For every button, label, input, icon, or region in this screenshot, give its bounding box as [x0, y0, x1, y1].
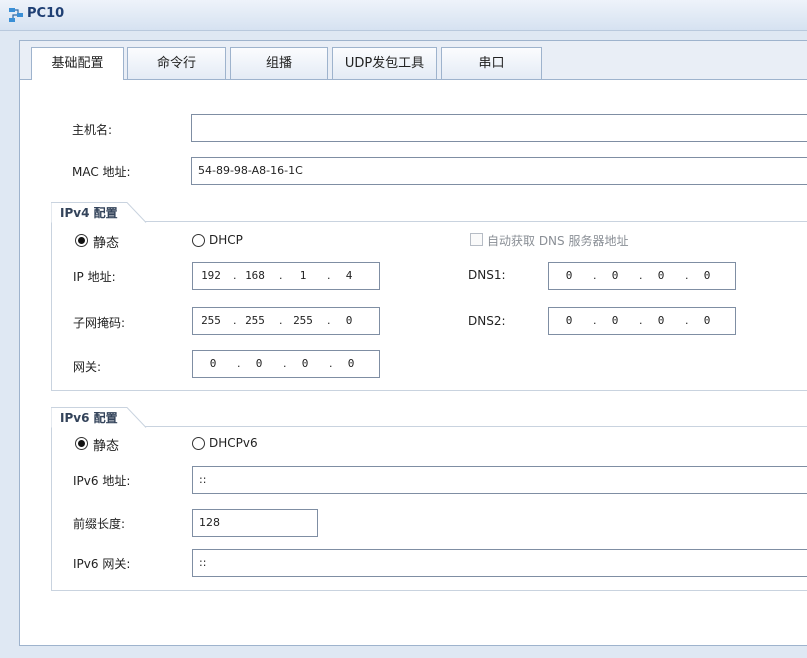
dns2-octet-2: 0	[611, 314, 619, 327]
gateway-octet-2: 0	[255, 357, 263, 370]
ip-address-input[interactable]: 192 . 168 . 1 . 4	[192, 262, 380, 290]
ipv6-address-input[interactable]: ::	[192, 466, 807, 494]
hostname-input[interactable]	[191, 114, 807, 142]
subnet-mask-input[interactable]: 255 . 255 . 255 . 0	[192, 307, 380, 335]
ipv4-static-label: 静态	[93, 236, 120, 251]
dns1-input[interactable]: 0 . 0 . 0 . 0	[548, 262, 736, 290]
ipv4-group-tab: IPv4 配置	[51, 202, 147, 223]
dns2-octet-1: 0	[565, 314, 573, 327]
ip-octet-2: 168	[245, 269, 265, 282]
gateway-label: 网关:	[73, 360, 102, 374]
dns1-octet-3: 0	[657, 269, 665, 282]
dns1-octet-2: 0	[611, 269, 619, 282]
dns2-input[interactable]: 0 . 0 . 0 . 0	[548, 307, 736, 335]
dns2-octet-3: 0	[657, 314, 665, 327]
ipv4-dhcp-label: DHCP	[209, 233, 243, 247]
mac-input[interactable]: 54-89-98-A8-16-1C	[191, 157, 807, 185]
tab-command-line[interactable]: 命令行	[127, 47, 226, 79]
tab-serial-port[interactable]: 串口	[441, 47, 542, 79]
auto-dns-label: 自动获取 DNS 服务器地址	[487, 234, 629, 248]
tab-udp-tool[interactable]: UDP发包工具	[332, 47, 437, 79]
ipv4-section-title: IPv4 配置	[60, 206, 118, 220]
prefix-length-input[interactable]: 128	[192, 509, 318, 537]
dns2-label: DNS2:	[468, 314, 506, 328]
gateway-octet-4: 0	[347, 357, 355, 370]
dns1-octet-1: 0	[565, 269, 573, 282]
ipv6-group-tab: IPv6 配置	[51, 407, 147, 428]
ipv6-section-title: IPv6 配置	[60, 411, 118, 425]
dns2-octet-4: 0	[703, 314, 711, 327]
ipv4-static-radio[interactable]	[75, 234, 88, 247]
ip-octet-4: 4	[345, 269, 353, 282]
gateway-octet-3: 0	[301, 357, 309, 370]
ip-octet-3: 1	[299, 269, 307, 282]
ipv6-dhcpv6-radio[interactable]	[192, 437, 205, 450]
ip-octet-1: 192	[201, 269, 221, 282]
dns1-label: DNS1:	[468, 268, 506, 282]
mask-octet-2: 255	[245, 314, 265, 327]
prefix-length-label: 前缀长度:	[73, 517, 126, 531]
ipv4-dhcp-radio[interactable]	[192, 234, 205, 247]
ipv6-address-label: IPv6 地址:	[73, 474, 131, 488]
ipv6-dhcpv6-label: DHCPv6	[209, 436, 258, 450]
hostname-label: 主机名:	[72, 123, 113, 137]
subnet-mask-label: 子网掩码:	[73, 316, 126, 330]
ipv6-static-radio[interactable]	[75, 437, 88, 450]
ipv6-gateway-label: IPv6 网关:	[73, 557, 131, 571]
tab-bar: 基础配置 命令行 组播 UDP发包工具 串口	[20, 41, 807, 80]
window-title: PC10	[27, 6, 65, 21]
mask-octet-3: 255	[293, 314, 313, 327]
mask-octet-1: 255	[201, 314, 221, 327]
tab-basic-config[interactable]: 基础配置	[31, 47, 124, 80]
ipv6-gateway-input[interactable]: ::	[192, 549, 807, 577]
pc-network-icon	[9, 8, 23, 22]
config-panel: 基础配置 命令行 组播 UDP发包工具 串口 主机名: MAC 地址: 54-8…	[19, 40, 807, 646]
dns1-octet-4: 0	[703, 269, 711, 282]
mask-octet-4: 0	[345, 314, 353, 327]
ip-address-label: IP 地址:	[73, 270, 116, 284]
gateway-input[interactable]: 0 . 0 . 0 . 0	[192, 350, 380, 378]
gateway-octet-1: 0	[209, 357, 217, 370]
ipv6-static-label: 静态	[93, 439, 120, 454]
auto-dns-checkbox[interactable]	[470, 233, 483, 246]
title-bar: PC10	[0, 0, 807, 31]
ipv4-group: IPv4 配置 静态 DHCP 自动获取 DNS 服务器地址 IP 地址: 19…	[51, 202, 807, 391]
ipv6-group: IPv6 配置 静态 DHCPv6 IPv6 地址: :: 前缀长度: 128 …	[51, 407, 807, 591]
mac-label: MAC 地址:	[72, 165, 131, 179]
tab-multicast[interactable]: 组播	[230, 47, 328, 79]
